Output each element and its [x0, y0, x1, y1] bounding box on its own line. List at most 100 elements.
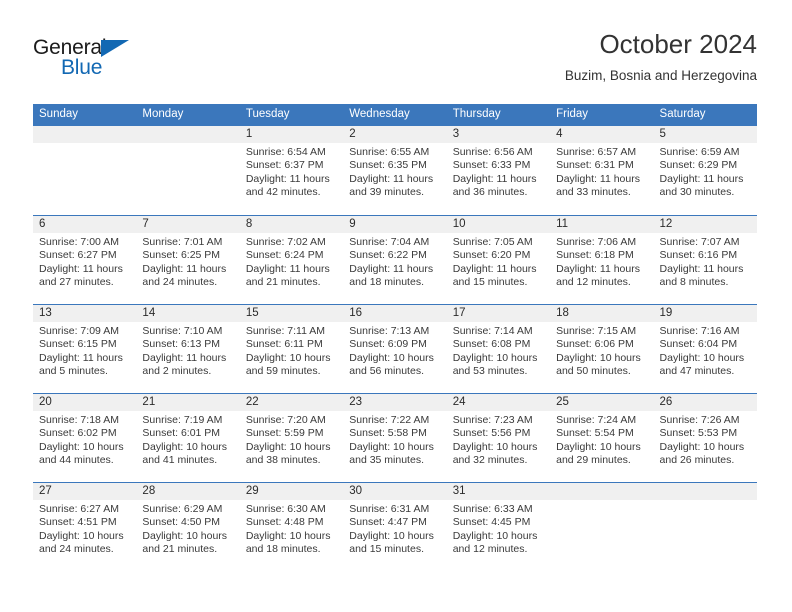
day-details: Sunrise: 7:16 AM Sunset: 6:04 PM Daylight:…	[654, 322, 757, 379]
sunrise-text: Sunrise: 7:13 AM	[349, 325, 430, 337]
daylight-text-line1: Daylight: 11 hours	[245, 172, 330, 185]
day-cell[interactable]: 11 Sunrise: 7:06 AM Sunset: 6:18 PM Dayligh…	[550, 216, 654, 304]
sunset-text: Sunset: 6:15 PM	[39, 338, 117, 351]
day-details: Sunrise: 7:24 AM Sunset: 5:54 PM Daylight:…	[550, 411, 653, 468]
day-cell[interactable]: 6 Sunrise: 7:00 AM Sunset: 6:27 PM Daylight…	[33, 216, 137, 304]
day-cell[interactable]: 29 Sunrise: 6:30 AM Sunset: 4:48 PM Dayligh…	[239, 483, 344, 571]
day-details: Sunrise: 6:30 AM Sunset: 4:48 PM Daylight:…	[240, 500, 343, 557]
day-number: 13	[33, 305, 137, 322]
day-cell[interactable]: 19 Sunrise: 7:16 AM Sunset: 6:04 PM Dayligh…	[653, 305, 757, 393]
day-cell[interactable]: 21 Sunrise: 7:19 AM Sunset: 6:01 PM Dayligh…	[136, 394, 240, 482]
daylight-text-line2: and 42 minutes.	[245, 186, 321, 199]
day-details: Sunrise: 7:18 AM Sunset: 6:02 PM Daylight:…	[33, 411, 136, 468]
day-cell[interactable]: 28 Sunrise: 6:29 AM Sunset: 4:50 PM Dayligh…	[136, 483, 240, 571]
day-cell[interactable]: 17 Sunrise: 7:14 AM Sunset: 6:08 PM Dayligh…	[446, 305, 551, 393]
day-number: 3	[446, 126, 551, 143]
day-number: 5	[653, 126, 757, 143]
sunset-text: Sunset: 5:58 PM	[349, 427, 427, 440]
day-details: Sunrise: 6:59 AM Sunset: 6:29 PM Daylight:…	[654, 143, 757, 200]
daylight-text-line1: Daylight: 10 hours	[349, 440, 434, 453]
daylight-text-line2: and 29 minutes.	[556, 454, 631, 467]
day-details: Sunrise: 6:54 AM Sunset: 6:37 PM Daylight:…	[240, 143, 343, 200]
day-cell[interactable]: 27 Sunrise: 6:27 AM Sunset: 4:51 PM Dayligh…	[33, 483, 137, 571]
daylight-text-line1: Daylight: 11 hours	[452, 262, 537, 275]
sunrise-text: Sunrise: 7:11 AM	[245, 325, 326, 337]
sunset-text: Sunset: 6:13 PM	[142, 338, 221, 351]
day-details: Sunrise: 7:07 AM Sunset: 6:16 PM Daylight:…	[654, 233, 757, 290]
sunrise-text: Sunrise: 7:24 AM	[556, 414, 637, 426]
day-details: Sunrise: 7:26 AM Sunset: 5:53 PM Daylight:…	[654, 411, 757, 468]
day-cell[interactable]: 3 Sunrise: 6:56 AM Sunset: 6:33 PM Daylight…	[446, 126, 551, 215]
day-number: 7	[136, 216, 240, 233]
week-row: 13 Sunrise: 7:09 AM Sunset: 6:15 PM Dayligh…	[33, 304, 757, 393]
day-details: Sunrise: 6:33 AM Sunset: 4:45 PM Daylight:…	[447, 500, 550, 557]
daylight-text-line2: and 2 minutes.	[142, 365, 212, 378]
sunset-text: Sunset: 5:59 PM	[245, 427, 324, 440]
day-cell[interactable]: 24 Sunrise: 7:23 AM Sunset: 5:56 PM Dayligh…	[446, 394, 551, 482]
daylight-text-line2: and 32 minutes.	[452, 454, 528, 467]
day-cell[interactable]: 25 Sunrise: 7:24 AM Sunset: 5:54 PM Dayligh…	[550, 394, 654, 482]
day-cell[interactable]: 26 Sunrise: 7:26 AM Sunset: 5:53 PM Dayligh…	[653, 394, 757, 482]
day-cell[interactable]: 22 Sunrise: 7:20 AM Sunset: 5:59 PM Dayligh…	[239, 394, 344, 482]
sunrise-text: Sunrise: 6:56 AM	[452, 146, 533, 158]
daylight-text-line2: and 5 minutes.	[39, 365, 108, 378]
logo-text-blue: Blue	[61, 56, 103, 79]
sunset-text: Sunset: 6:11 PM	[245, 338, 323, 351]
day-number: 25	[550, 394, 654, 411]
day-cell[interactable]: 7 Sunrise: 7:01 AM Sunset: 6:25 PM Daylight…	[136, 216, 240, 304]
sunset-text: Sunset: 4:51 PM	[39, 516, 117, 529]
day-details: Sunrise: 7:20 AM Sunset: 5:59 PM Daylight:…	[240, 411, 343, 468]
day-cell[interactable]: 30 Sunrise: 6:31 AM Sunset: 4:47 PM Dayligh…	[343, 483, 447, 571]
weekday-header-friday: Friday	[556, 108, 589, 120]
day-details: Sunrise: 6:57 AM Sunset: 6:31 PM Daylight:…	[550, 143, 653, 200]
daylight-text-line2: and 27 minutes.	[39, 276, 114, 289]
daylight-text-line2: and 12 minutes.	[556, 276, 631, 289]
day-cell[interactable]: 10 Sunrise: 7:05 AM Sunset: 6:20 PM Dayligh…	[446, 216, 551, 304]
day-details: Sunrise: 7:11 AM Sunset: 6:11 PM Daylight:…	[240, 322, 343, 379]
daylight-text-line1: Daylight: 11 hours	[39, 351, 123, 364]
day-cell[interactable]: 1 Sunrise: 6:54 AM Sunset: 6:37 PM Daylight…	[239, 126, 344, 215]
sunrise-text: Sunrise: 7:04 AM	[349, 236, 430, 248]
day-number: 30	[343, 483, 447, 500]
daylight-text-line2: and 53 minutes.	[452, 365, 528, 378]
daylight-text-line1: Daylight: 10 hours	[452, 440, 538, 453]
day-number: 14	[136, 305, 240, 322]
sunset-text: Sunset: 5:56 PM	[452, 427, 531, 440]
sunset-text: Sunset: 6:22 PM	[349, 249, 427, 262]
daylight-text-line2: and 56 minutes.	[349, 365, 424, 378]
sunset-text: Sunset: 6:29 PM	[659, 159, 738, 172]
daylight-text-line1: Daylight: 11 hours	[142, 351, 227, 364]
calendar-grid: Sunday Monday Tuesday Wednesday Thursday…	[33, 104, 757, 571]
sunset-text: Sunset: 6:09 PM	[349, 338, 427, 351]
day-cell[interactable]: 9 Sunrise: 7:04 AM Sunset: 6:22 PM Daylight…	[343, 216, 447, 304]
daylight-text-line2: and 38 minutes.	[245, 454, 321, 467]
day-number: 2	[343, 126, 447, 143]
sunrise-text: Sunrise: 7:00 AM	[39, 236, 119, 248]
day-number: 19	[653, 305, 757, 322]
day-number: 11	[550, 216, 654, 233]
day-cell[interactable]: 5 Sunrise: 6:59 AM Sunset: 6:29 PM Daylight…	[653, 126, 757, 215]
sunset-text: Sunset: 5:54 PM	[556, 427, 634, 440]
day-details: Sunrise: 7:10 AM Sunset: 6:13 PM Daylight:…	[136, 322, 239, 379]
day-cell[interactable]: 2 Sunrise: 6:55 AM Sunset: 6:35 PM Daylight…	[343, 126, 447, 215]
page-title: October 2024	[599, 29, 757, 59]
day-cell[interactable]: 18 Sunrise: 7:15 AM Sunset: 6:06 PM Dayligh…	[550, 305, 654, 393]
sunset-text: Sunset: 6:35 PM	[349, 159, 427, 172]
day-cell[interactable]: 13 Sunrise: 7:09 AM Sunset: 6:15 PM Dayligh…	[33, 305, 137, 393]
day-cell[interactable]: 8 Sunrise: 7:02 AM Sunset: 6:24 PM Daylight…	[239, 216, 344, 304]
location-subtitle: Buzim, Bosnia and Herzegovina	[564, 68, 757, 83]
day-cell[interactable]: 23 Sunrise: 7:22 AM Sunset: 5:58 PM Dayligh…	[343, 394, 447, 482]
day-details: Sunrise: 7:22 AM Sunset: 5:58 PM Daylight:…	[343, 411, 446, 468]
day-cell[interactable]: 15 Sunrise: 7:11 AM Sunset: 6:11 PM Dayligh…	[239, 305, 344, 393]
sunset-text: Sunset: 6:08 PM	[452, 338, 531, 351]
day-cell[interactable]: 16 Sunrise: 7:13 AM Sunset: 6:09 PM Dayligh…	[343, 305, 447, 393]
general-blue-logo: General Blue	[33, 36, 153, 86]
sunset-text: Sunset: 6:33 PM	[452, 159, 531, 172]
day-cell[interactable]: 14 Sunrise: 7:10 AM Sunset: 6:13 PM Dayligh…	[136, 305, 240, 393]
sunrise-text: Sunrise: 7:23 AM	[452, 414, 533, 426]
day-cell[interactable]: 31 Sunrise: 6:33 AM Sunset: 4:45 PM Dayligh…	[446, 483, 551, 571]
day-cell[interactable]: 20 Sunrise: 7:18 AM Sunset: 6:02 PM Dayligh…	[33, 394, 137, 482]
day-cell[interactable]: 4 Sunrise: 6:57 AM Sunset: 6:31 PM Daylight…	[550, 126, 654, 215]
day-cell[interactable]: 12 Sunrise: 7:07 AM Sunset: 6:16 PM Dayligh…	[653, 216, 757, 304]
day-details: Sunrise: 7:04 AM Sunset: 6:22 PM Daylight:…	[343, 233, 446, 290]
